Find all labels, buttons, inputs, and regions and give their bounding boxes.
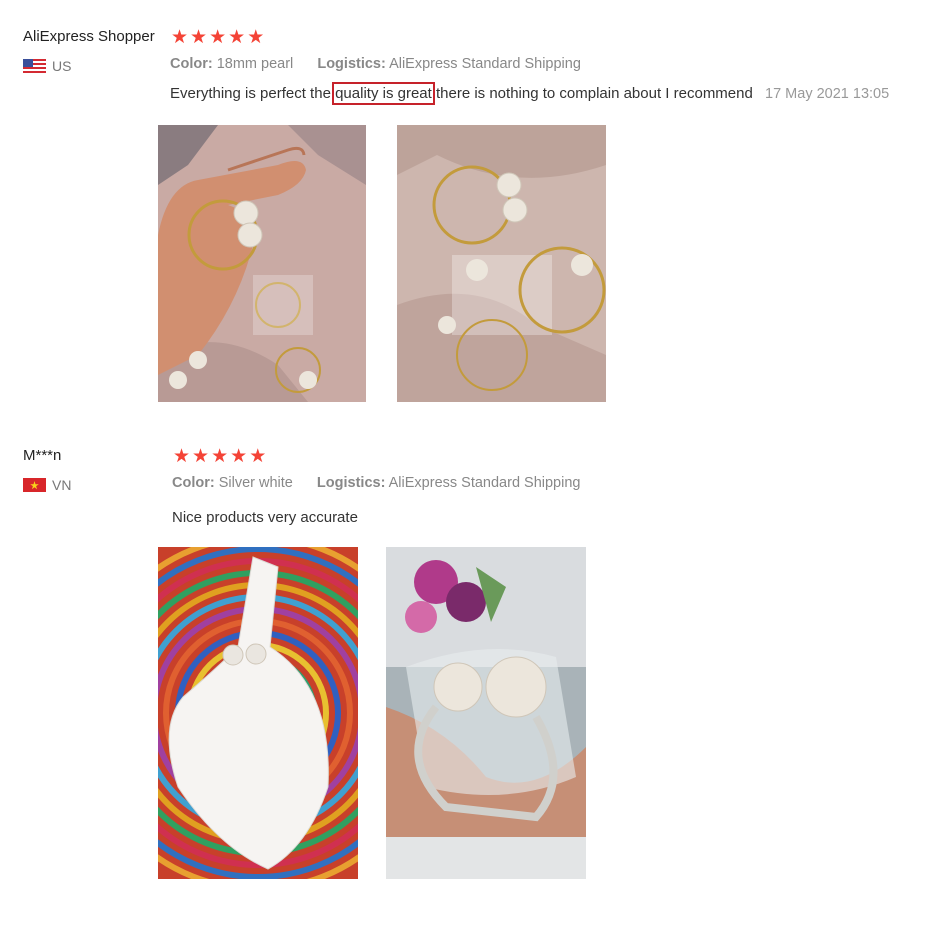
star-icon: ★ [190, 26, 208, 48]
review-photo-1[interactable] [158, 125, 366, 402]
review-photo-3[interactable] [158, 547, 358, 879]
reviewer-country: US [23, 58, 71, 74]
review-photo-2[interactable] [397, 125, 606, 402]
country-code: VN [52, 477, 72, 493]
color-label: Color: [170, 56, 213, 72]
review-text: Everything is perfect the quality is gre… [170, 82, 890, 105]
star-icon: ★ [209, 26, 227, 48]
star-icon: ★ [249, 445, 267, 467]
star-icon: ★ [171, 26, 189, 48]
star-icon: ★ [192, 445, 210, 467]
rating-stars: ★ ★ ★ ★ ★ [171, 28, 264, 47]
vn-flag-icon [23, 478, 46, 492]
us-flag-icon [23, 59, 46, 73]
review-text: Nice products very accurate [172, 509, 358, 526]
highlighted-phrase: quality is great [332, 82, 435, 105]
star-icon: ★ [228, 26, 246, 48]
order-attributes: Color: Silver white Logistics: AliExpres… [172, 475, 580, 491]
reviewer-name[interactable]: AliExpress Shopper [23, 28, 155, 45]
rating-stars: ★ ★ ★ ★ ★ [173, 447, 266, 466]
star-icon: ★ [247, 26, 265, 48]
reviewer-country: VN [23, 477, 71, 493]
color-label: Color: [172, 475, 215, 491]
logistics-label: Logistics: [316, 475, 386, 491]
reviewer-name[interactable]: M***n [23, 447, 61, 464]
star-icon: ★ [230, 445, 248, 467]
order-attributes: Color: 18mm pearl Logistics: AliExpress … [170, 56, 581, 72]
star-icon: ★ [211, 445, 229, 467]
color-value: 18mm pearl [216, 56, 294, 72]
review-date: 17 May 2021 13:05 [765, 86, 890, 102]
review-photo-4[interactable] [386, 547, 586, 879]
color-value: Silver white [218, 475, 293, 491]
logistics-value: AliExpress Standard Shipping [389, 56, 581, 72]
country-code: US [52, 58, 72, 74]
logistics-value: AliExpress Standard Shipping [388, 475, 581, 491]
star-icon: ★ [173, 445, 191, 467]
logistics-label: Logistics: [317, 56, 386, 72]
